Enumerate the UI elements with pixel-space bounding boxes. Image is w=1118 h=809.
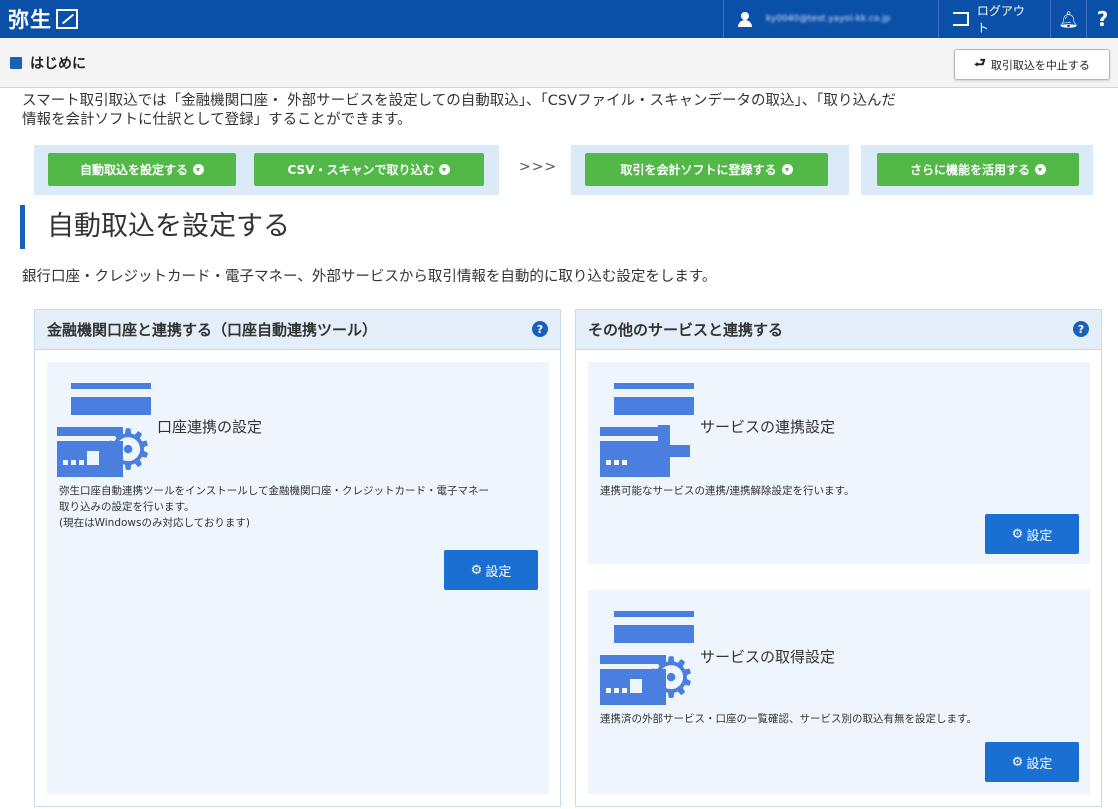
logout-icon: [953, 12, 969, 26]
intro-text: スマート取引取込では「金融機関口座・ 外部サービスを設定しての自動取込」、「CS…: [22, 92, 1112, 130]
page-header: はじめに ⮐ 取引取込を中止する: [0, 38, 1118, 88]
book-icon: [10, 56, 22, 69]
step-more-button[interactable]: さらに機能を活用する: [877, 153, 1079, 186]
other-services-panel: その他のサービスと連携する ? サービスの連携設定 連携可能なサービスの連携/連…: [575, 309, 1102, 807]
arrow-down-icon: [781, 164, 793, 175]
card-description: 連携可能なサービスの連携/連携解除設定を行います。: [600, 485, 855, 497]
service-fetch-settings-button[interactable]: ⚙ 設定: [985, 742, 1079, 782]
section-heading: 自動取込を設定する: [20, 205, 290, 249]
step-csv-import-label: CSV・スキャンで取り込む: [287, 163, 435, 177]
page-title: はじめに: [30, 55, 86, 72]
panel-header: その他のサービスと連携する ?: [576, 310, 1101, 350]
card-title: サービスの取得設定: [700, 648, 836, 666]
return-icon: ⮐: [974, 55, 986, 71]
settings-button-label: 設定: [1026, 528, 1053, 544]
settings-button-label: 設定: [485, 564, 512, 580]
help-button[interactable]: ?: [1086, 0, 1118, 38]
card-description: 連携済の外部サービス・口座の一覧確認、サービス別の取込有無を設定します。: [600, 713, 977, 725]
cancel-import-label: 取引取込を中止する: [990, 58, 1090, 72]
logo-mark-icon: [56, 9, 78, 29]
help-icon[interactable]: ?: [532, 321, 548, 337]
service-link-card: サービスの連携設定 連携可能なサービスの連携/連携解除設定を行います。 ⚙ 設定: [588, 362, 1090, 564]
card-title: 口座連携の設定: [157, 418, 263, 436]
user-email: ky0040@test.yayoi-kk.co.jp: [766, 14, 891, 24]
bell-icon: 🔔︎: [1058, 9, 1079, 29]
arrow-down-icon: [1035, 164, 1046, 175]
card-description: 弥生口座自動連携ツールをインストールして金融機関口座・クレジットカード・電子マネ…: [59, 483, 489, 531]
service-fetch-icon: ⚙: [600, 611, 700, 707]
panel-title: 金融機関口座と連携する（口座自動連携ツール）: [47, 321, 378, 339]
step-arrows: >>>: [519, 159, 558, 175]
app-logo[interactable]: 弥生: [0, 4, 78, 34]
gear-icon: ⚙: [1011, 526, 1024, 542]
service-link-icon: [600, 383, 700, 478]
notification-button[interactable]: 🔔︎: [1050, 0, 1086, 38]
step-csv-import-button[interactable]: CSV・スキャンで取り込む: [254, 153, 484, 186]
panel-title: その他のサービスと連携する: [588, 321, 784, 339]
gear-icon: ⚙: [1011, 754, 1024, 770]
logout-button[interactable]: ログアウト: [938, 0, 1050, 38]
help-icon: ?: [1096, 7, 1109, 31]
card-desc-line-3: (現在はWindowsのみ対応しております): [59, 517, 250, 529]
top-bar: 弥生 ky0040@test.yayoi-kk.co.jp ログアウト 🔔︎ ?: [0, 0, 1118, 38]
card-title: サービスの連携設定: [700, 418, 836, 436]
intro-line-2: 情報を会計ソフトに仕訳として登録」することができます。: [22, 112, 412, 128]
logo-text: 弥生: [8, 8, 52, 32]
bank-link-panel: 金融機関口座と連携する（口座自動連携ツール） ? ⚙ 口座連携の設定 弥生口座自…: [34, 309, 561, 807]
service-fetch-card: ⚙ サービスの取得設定 連携済の外部サービス・口座の一覧確認、サービス別の取込有…: [588, 590, 1090, 794]
logout-label: ログアウト: [976, 4, 1025, 35]
account-settings-icon: ⚙: [57, 383, 157, 479]
step-auto-import-label: 自動取込を設定する: [79, 163, 188, 177]
step-register-button[interactable]: 取引を会計ソフトに登録する: [585, 153, 828, 186]
help-icon[interactable]: ?: [1073, 321, 1089, 337]
intro-line-1: スマート取引取込では「金融機関口座・ 外部サービスを設定しての自動取込」、「CS…: [22, 93, 896, 109]
service-link-settings-button[interactable]: ⚙ 設定: [985, 514, 1079, 554]
user-menu[interactable]: ky0040@test.yayoi-kk.co.jp: [723, 0, 938, 38]
step-more-label: さらに機能を活用する: [909, 163, 1030, 177]
account-link-settings-button[interactable]: ⚙ 設定: [444, 550, 538, 590]
gear-icon: ⚙: [470, 562, 483, 578]
step-navigation: 自動取込を設定する CSV・スキャンで取り込む >>> 取引を会計ソフトに登録す…: [34, 145, 1104, 195]
settings-button-label: 設定: [1026, 756, 1053, 772]
card-desc-line-2: 取り込みの設定を行います。: [59, 501, 195, 513]
arrow-down-icon: [193, 164, 204, 175]
user-icon: [738, 12, 752, 27]
arrow-down-icon: [439, 164, 451, 175]
panel-header: 金融機関口座と連携する（口座自動連携ツール） ?: [35, 310, 560, 350]
card-desc-line-1: 弥生口座自動連携ツールをインストールして金融機関口座・クレジットカード・電子マネ…: [59, 485, 489, 497]
step-register-label: 取引を会計ソフトに登録する: [620, 163, 777, 177]
cancel-import-button[interactable]: ⮐ 取引取込を中止する: [954, 49, 1110, 80]
account-link-card: ⚙ 口座連携の設定 弥生口座自動連携ツールをインストールして金融機関口座・クレジ…: [47, 362, 549, 794]
step-auto-import-button[interactable]: 自動取込を設定する: [48, 153, 236, 186]
section-description: 銀行口座・クレジットカード・電子マネー、外部サービスから取引情報を自動的に取り込…: [22, 269, 717, 285]
